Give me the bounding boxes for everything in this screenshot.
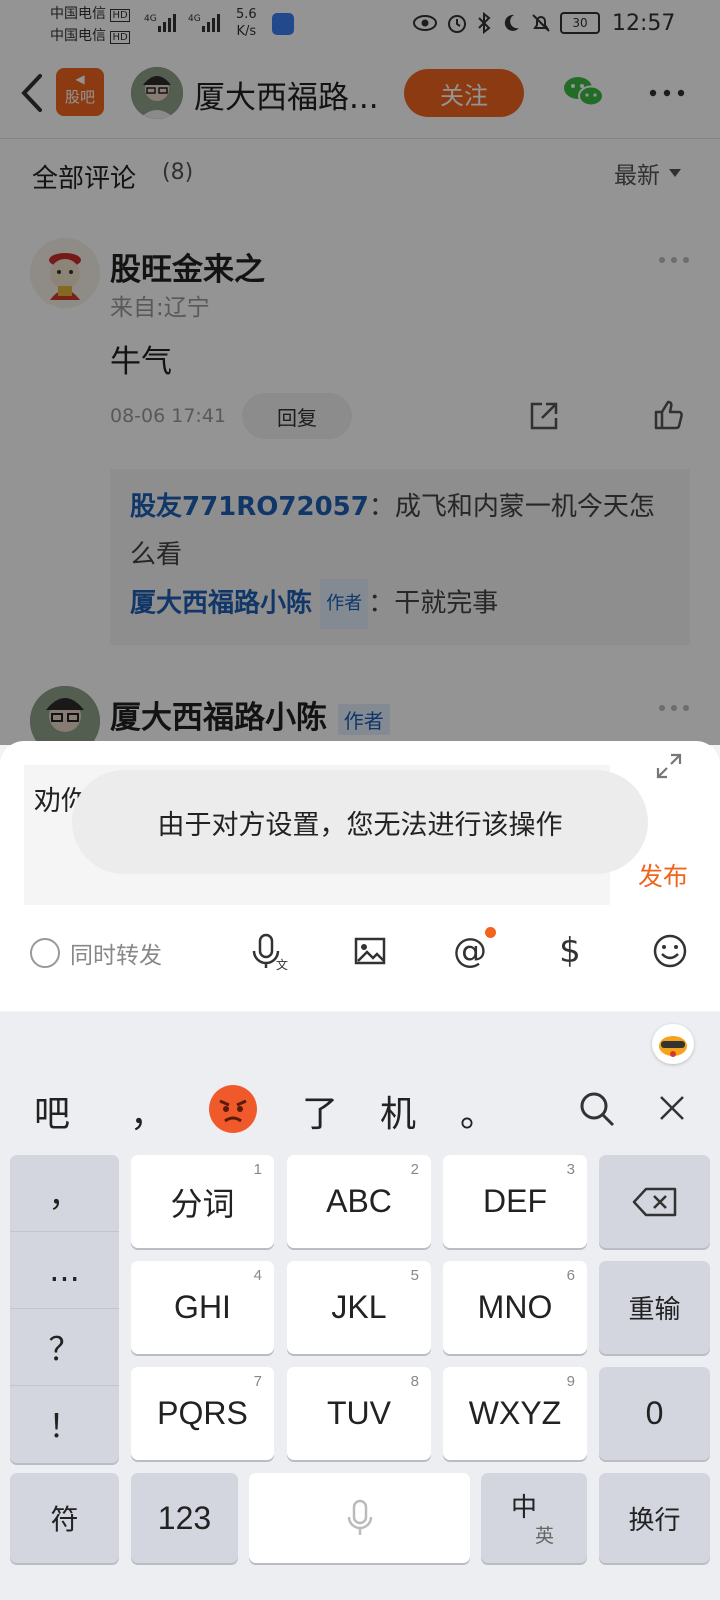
angry-emoji-icon[interactable]: [208, 1084, 258, 1134]
number-mode-key[interactable]: 123: [131, 1473, 238, 1563]
key-2[interactable]: ABC 2: [287, 1155, 431, 1248]
publish-button[interactable]: 发布: [638, 857, 688, 893]
search-icon[interactable]: [578, 1090, 616, 1128]
symbol-key[interactable]: ...: [10, 1232, 119, 1309]
key-9[interactable]: WXYZ 9: [443, 1367, 587, 1460]
key-3[interactable]: DEF 3: [443, 1155, 587, 1248]
expand-icon[interactable]: [656, 753, 682, 779]
enter-key[interactable]: 换行: [599, 1473, 710, 1563]
retype-key[interactable]: 重输: [599, 1261, 710, 1354]
svg-text:文: 文: [276, 957, 288, 971]
symbol-key[interactable]: ？: [10, 1309, 119, 1386]
close-icon[interactable]: [658, 1094, 686, 1122]
emoji-icon[interactable]: [648, 929, 692, 973]
symbol-key[interactable]: ！: [10, 1386, 119, 1462]
language-switch-key[interactable]: 中 英: [481, 1473, 587, 1563]
symbols-key[interactable]: 符: [10, 1473, 119, 1563]
candidate-word[interactable]: 了: [302, 1085, 338, 1137]
backspace-key[interactable]: [599, 1155, 710, 1248]
notification-dot: [485, 927, 496, 938]
candidate-word[interactable]: ，: [130, 1085, 166, 1137]
key-7[interactable]: PQRS 7: [131, 1367, 274, 1460]
toast-message: 由于对方设置，您无法进行该操作: [72, 770, 648, 874]
zero-key[interactable]: 0: [599, 1367, 710, 1460]
microphone-icon: [347, 1499, 372, 1535]
candidate-word[interactable]: 机: [380, 1085, 416, 1137]
ime-mascot-icon[interactable]: [652, 1024, 694, 1064]
key-4[interactable]: GHI 4: [131, 1261, 274, 1354]
voice-to-text-icon[interactable]: 文: [248, 929, 292, 973]
key-6[interactable]: MNO 6: [443, 1261, 587, 1354]
space-key[interactable]: [249, 1473, 470, 1563]
candidate-word[interactable]: 。: [460, 1085, 496, 1137]
candidate-word[interactable]: 吧: [34, 1085, 70, 1137]
backspace-icon: [632, 1187, 676, 1216]
image-icon[interactable]: [348, 929, 392, 973]
key-1[interactable]: 分词 1: [131, 1155, 274, 1248]
post-page: 中国电信 HD 中国电信 HD 4G 4G 5.6 K/s 30 12:57 ◀: [0, 0, 720, 756]
key-8[interactable]: TUV 8: [287, 1367, 431, 1460]
dollar-icon[interactable]: $: [548, 929, 592, 973]
dim-overlay[interactable]: [0, 0, 720, 745]
symbol-column: ， ... ？ ！: [10, 1155, 119, 1463]
radio-circle-icon: [30, 938, 60, 968]
mention-icon[interactable]: @: [448, 927, 496, 973]
symbol-key[interactable]: ，: [10, 1155, 119, 1232]
forward-checkbox[interactable]: 同时转发: [30, 936, 162, 970]
key-5[interactable]: JKL 5: [287, 1261, 431, 1354]
